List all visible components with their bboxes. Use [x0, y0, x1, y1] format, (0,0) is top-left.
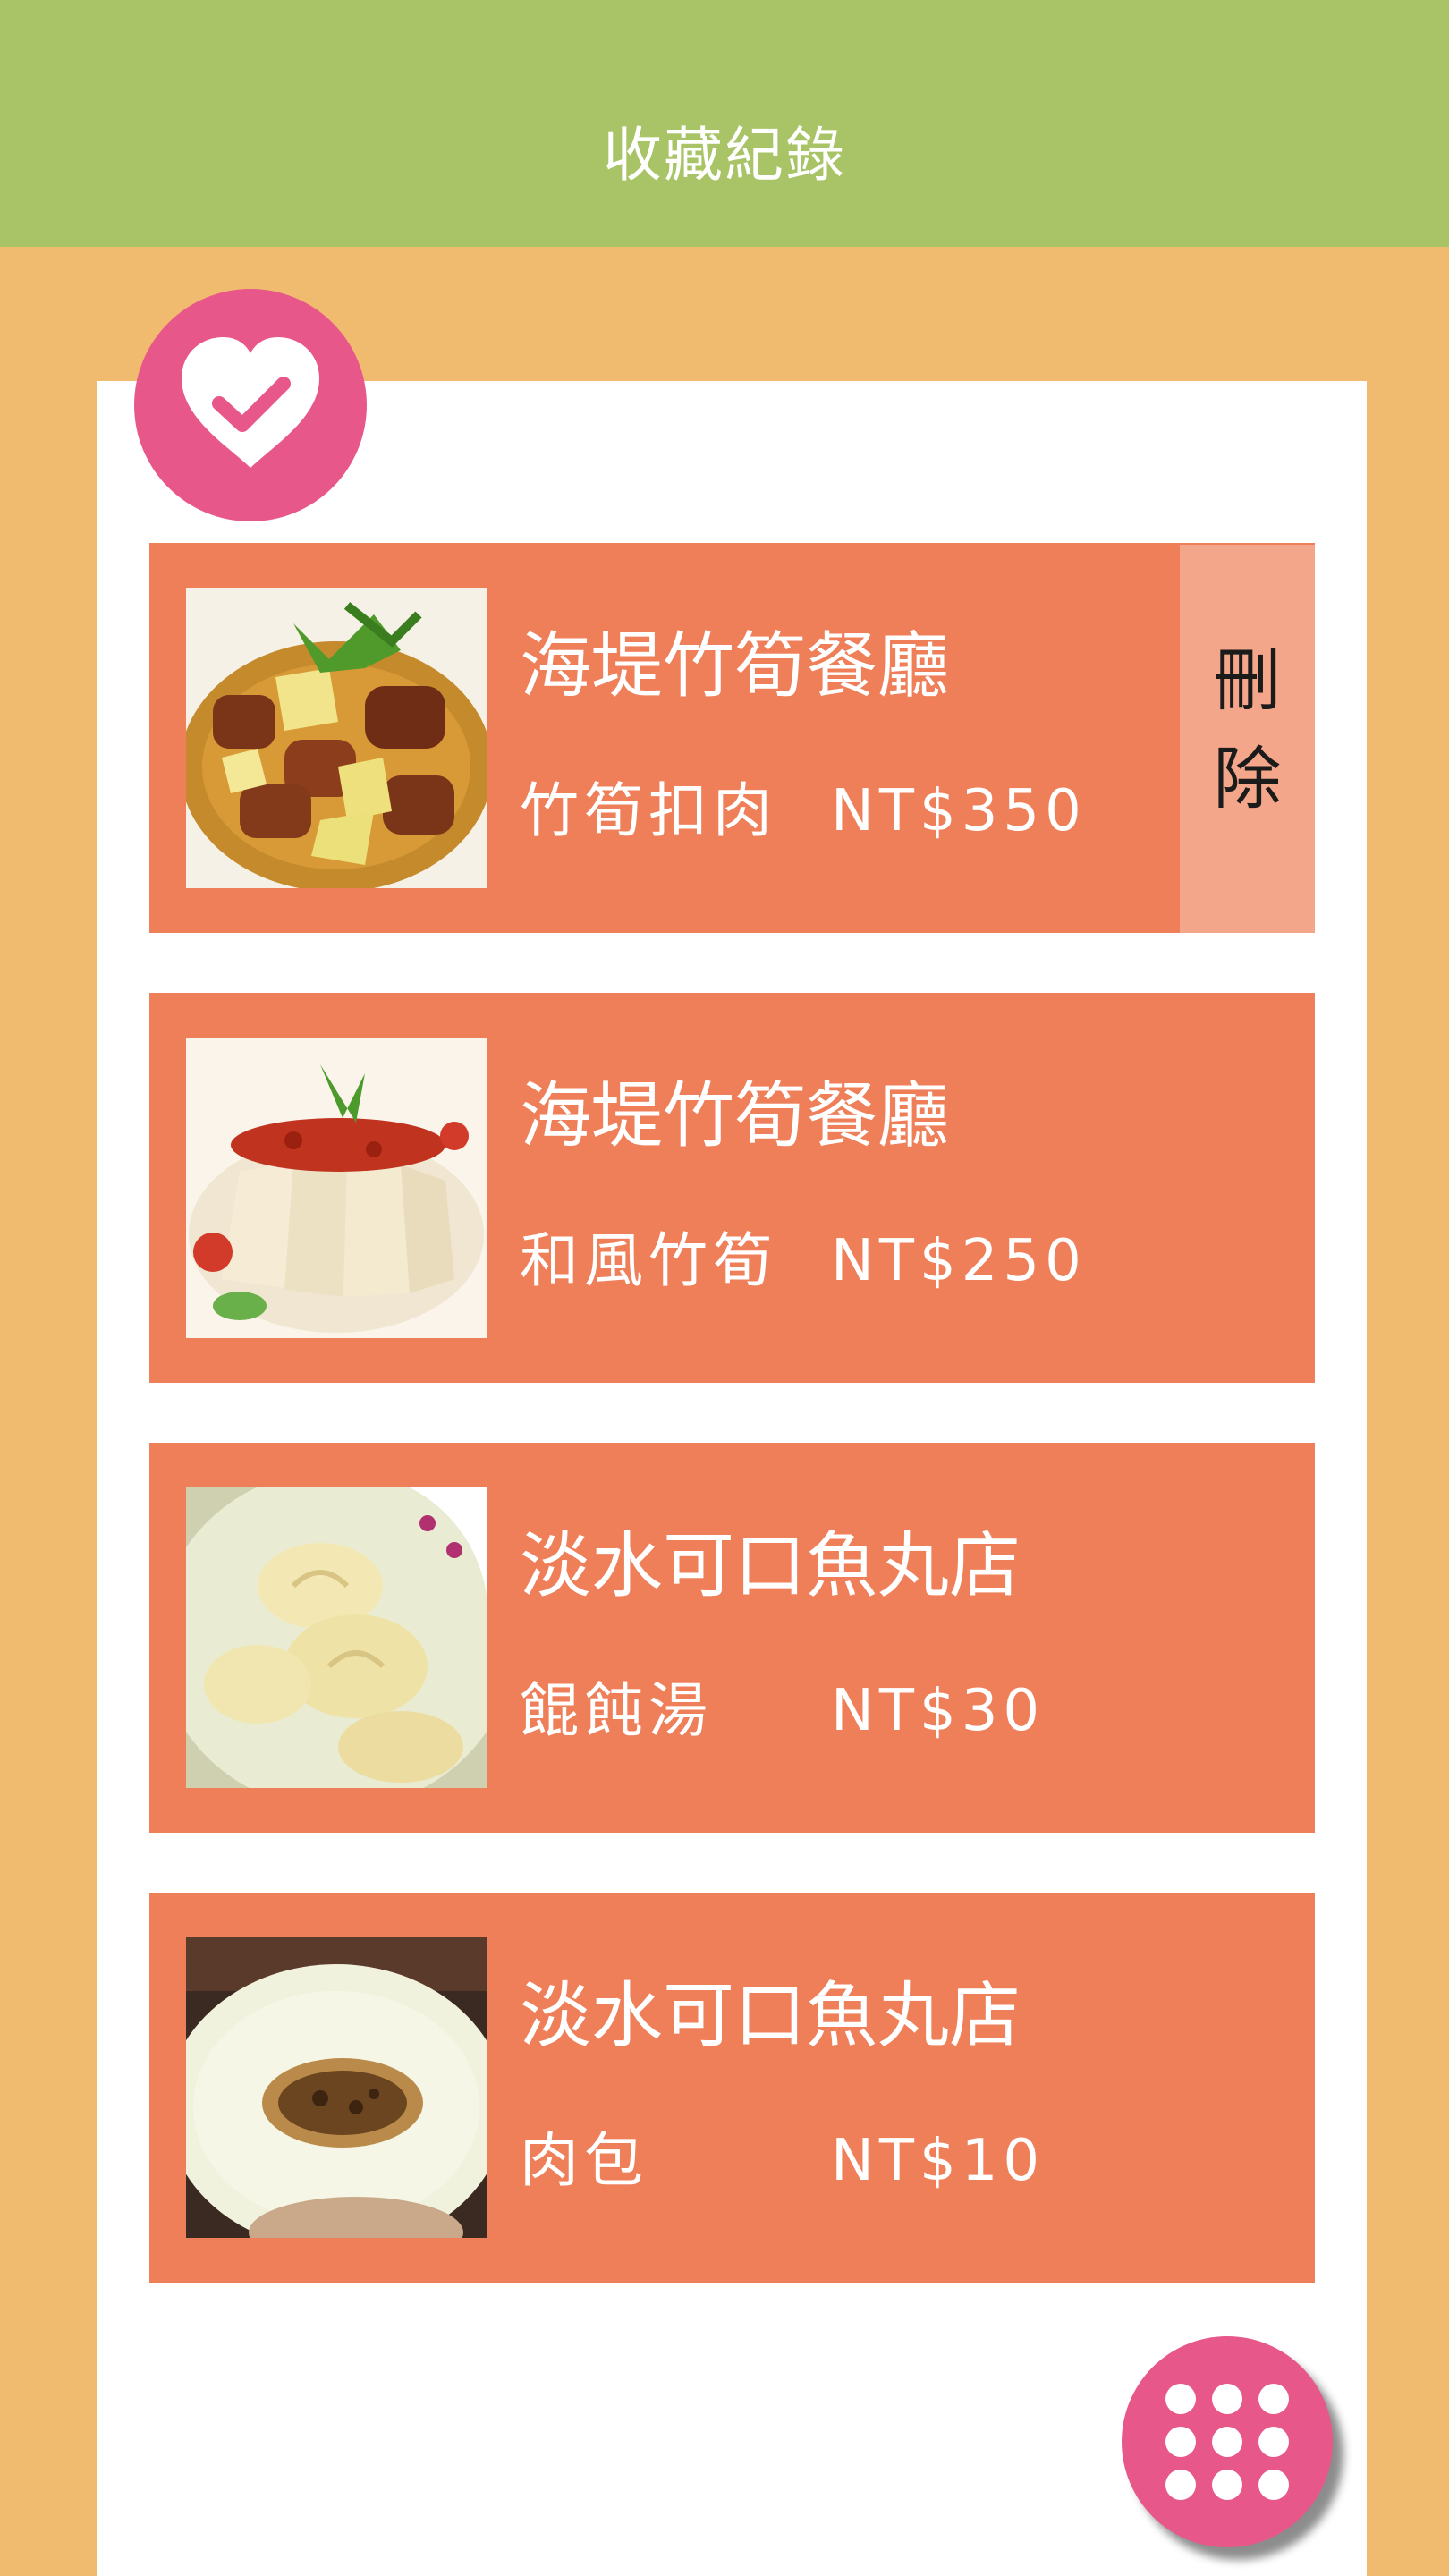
- shop-name: 海堤竹筍餐廳: [520, 624, 949, 708]
- heart-check-icon: [182, 337, 319, 468]
- grid-menu-icon: [1165, 2384, 1289, 2500]
- page-title: 收藏紀錄: [603, 121, 846, 190]
- favorite-card[interactable]: 淡水可口魚丸店 餛飩湯 NT$30: [149, 1443, 1315, 1833]
- dish-name: 和風竹筍: [520, 1226, 777, 1295]
- dish-price: NT$250: [831, 1228, 1087, 1294]
- delete-button[interactable]: 刪 除: [1180, 545, 1315, 933]
- dish-name: 餛飩湯: [520, 1676, 713, 1745]
- wonton-soup-photo: [186, 1487, 487, 1788]
- dish-price: NT$30: [831, 1678, 1046, 1744]
- favorite-card[interactable]: 海堤竹筍餐廳 竹筍扣肉 NT$350 刪 除: [149, 543, 1315, 933]
- dish-price: NT$10: [831, 2128, 1046, 2194]
- delete-label-2: 除: [1213, 739, 1282, 818]
- delete-label-1: 刪: [1213, 640, 1282, 720]
- japanese-bamboo-shoot-photo: [186, 1038, 487, 1338]
- dish-price: NT$350: [831, 778, 1087, 844]
- shop-name: 海堤竹筍餐廳: [520, 1074, 949, 1157]
- shop-name: 淡水可口魚丸店: [520, 1974, 1021, 2057]
- app-header: 收藏紀錄: [0, 0, 1449, 247]
- shop-name: 淡水可口魚丸店: [520, 1524, 1021, 1607]
- menu-button[interactable]: [1122, 2336, 1333, 2547]
- favorite-card[interactable]: 海堤竹筍餐廳 和風竹筍 NT$250: [149, 993, 1315, 1383]
- meat-bun-photo: [186, 1937, 487, 2238]
- favorites-badge: [134, 289, 367, 521]
- dish-name: 肉包: [520, 2126, 648, 2195]
- dish-name: 竹筍扣肉: [520, 776, 777, 845]
- favorite-card[interactable]: 淡水可口魚丸店 肉包 NT$10: [149, 1893, 1315, 2283]
- braised-pork-bamboo-photo: [186, 588, 487, 888]
